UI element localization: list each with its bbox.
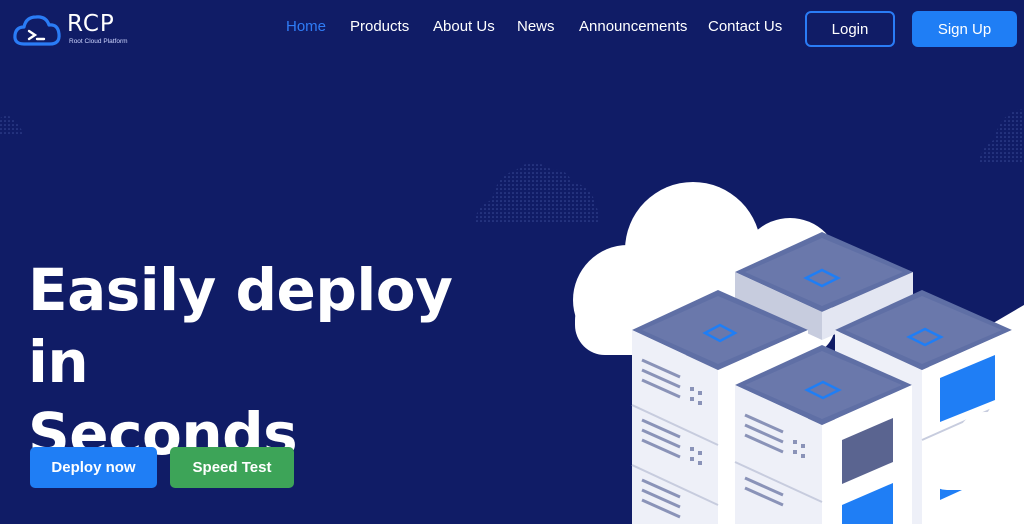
- dotted-cloud-left: [0, 116, 24, 135]
- nav-products[interactable]: Products: [350, 18, 409, 35]
- dotted-cloud-center: [474, 163, 599, 222]
- nav-home[interactable]: Home: [286, 18, 326, 35]
- top-navigation-bar: RCP Root Cloud Platform Home Products Ab…: [0, 0, 1024, 58]
- signup-button[interactable]: Sign Up: [912, 11, 1017, 47]
- cloud-logo-icon: [13, 15, 61, 46]
- nav-news[interactable]: News: [517, 18, 555, 35]
- nav-announcements[interactable]: Announcements: [579, 18, 687, 35]
- hero-title-line-1: Easily deploy in: [28, 256, 453, 396]
- brand-name: RCP: [67, 11, 115, 37]
- nav-contact-us[interactable]: Contact Us: [708, 18, 782, 35]
- deploy-now-button[interactable]: Deploy now: [30, 447, 157, 488]
- speed-test-button[interactable]: Speed Test: [170, 447, 294, 488]
- brand-tagline: Root Cloud Platform: [69, 38, 128, 45]
- brand-logo[interactable]: RCP Root Cloud Platform: [12, 10, 142, 50]
- dotted-cloud-right: [978, 109, 1024, 164]
- login-button[interactable]: Login: [805, 11, 895, 47]
- hero-title: Easily deploy in Seconds: [28, 254, 498, 470]
- nav-about-us[interactable]: About Us: [433, 18, 495, 35]
